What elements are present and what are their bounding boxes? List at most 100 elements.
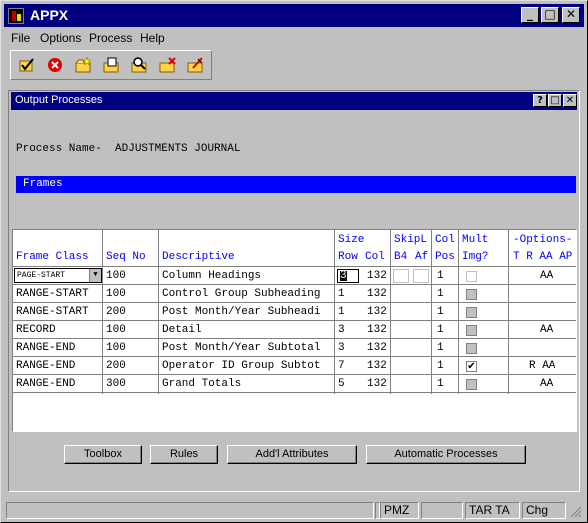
grid-row-line (13, 284, 576, 285)
col-size-cell[interactable]: 132 (367, 378, 387, 390)
col-size-cell[interactable]: 132 (367, 360, 387, 372)
help-button[interactable]: ? (533, 94, 547, 107)
row-size-cell[interactable]: 5 (338, 378, 345, 390)
frame-class-value: PAGE-START (17, 271, 66, 280)
col-size-cell[interactable]: 132 (367, 306, 387, 318)
options-cell[interactable]: AA (540, 378, 553, 390)
menu-options[interactable]: Options (40, 31, 81, 45)
automatic-processes-button[interactable]: Automatic Processes (366, 445, 526, 464)
col-size-cell[interactable]: 132 (367, 270, 387, 282)
toolbox-button[interactable]: Toolbox (64, 445, 142, 464)
header-skipl: SkipL (394, 234, 428, 246)
grid-row-line (13, 356, 576, 357)
process-name-label: Process Name- (16, 143, 102, 155)
toolbar (10, 50, 212, 80)
chevron-down-icon[interactable]: ▼ (89, 269, 101, 282)
col-pos-cell[interactable]: 1 (437, 324, 444, 336)
menu-help[interactable]: Help (140, 31, 165, 45)
descriptive-cell[interactable]: Detail (162, 324, 332, 336)
window-title: APPX (30, 7, 69, 23)
row-size-value: 3 (340, 270, 347, 282)
skip-before-input[interactable] (393, 269, 409, 283)
header-seq-no: Seq No (106, 251, 146, 263)
delete-folder-icon[interactable] (157, 56, 177, 74)
find-folder-icon[interactable] (129, 56, 149, 74)
row-size-cell[interactable]: 3 (338, 324, 345, 336)
mult-img-checkbox-checked[interactable]: ✔ (466, 361, 477, 372)
frame-class-cell[interactable]: RANGE-START (16, 288, 89, 300)
grid-divider (158, 230, 159, 394)
descriptive-cell[interactable]: Control Group Subheading (162, 288, 332, 300)
options-cell[interactable]: AA (540, 270, 553, 282)
row-size-cell[interactable]: 1 (338, 288, 345, 300)
seq-no-cell[interactable]: 100 (106, 342, 126, 354)
mult-img-checkbox[interactable] (466, 325, 477, 336)
col-pos-cell[interactable]: 1 (437, 288, 444, 300)
seq-no-cell[interactable]: 100 (106, 288, 126, 300)
frame-class-dropdown[interactable]: PAGE-START ▼ (14, 268, 102, 283)
col-pos-cell[interactable]: 1 (437, 360, 444, 372)
descriptive-cell[interactable]: Post Month/Year Subheadi (162, 306, 332, 318)
new-folder-icon[interactable] (73, 56, 93, 74)
mult-img-checkbox[interactable] (466, 379, 477, 390)
open-folder-icon[interactable] (101, 56, 121, 74)
menu-file[interactable]: File (11, 31, 30, 45)
grid-divider (334, 230, 335, 394)
header-mult: Mult (462, 234, 489, 246)
col-pos-cell[interactable]: 1 (437, 306, 444, 318)
row-size-cell[interactable]: 7 (338, 360, 345, 372)
frame-class-cell[interactable]: RANGE-END (16, 360, 75, 372)
minimize-button[interactable]: _ (521, 7, 539, 23)
seq-no-cell[interactable]: 100 (106, 324, 126, 336)
descriptive-cell[interactable]: Column Headings (162, 270, 261, 282)
descriptive-cell[interactable]: Grand Totals (162, 378, 332, 390)
frame-class-cell[interactable]: RANGE-END (16, 378, 75, 390)
dialog-maximize-button[interactable]: □ (548, 94, 562, 107)
descriptive-cell[interactable]: Operator ID Group Subtot (162, 360, 332, 372)
header-col-pos-top: Col (435, 234, 455, 246)
options-cell[interactable]: AA (540, 324, 553, 336)
row-size-cell[interactable]: 3 (338, 342, 345, 354)
mult-img-checkbox[interactable] (466, 289, 477, 300)
header-b4: B4 (394, 251, 408, 263)
addl-attributes-button[interactable]: Add'l Attributes (227, 445, 357, 464)
col-size-cell[interactable]: 132 (367, 288, 387, 300)
seq-no-cell[interactable]: 200 (106, 306, 126, 318)
row-size-input[interactable]: 3 (337, 269, 359, 283)
maximize-button[interactable]: □ (541, 7, 559, 23)
title-bar: APPX _ □ ✕ (4, 4, 584, 27)
close-button[interactable]: ✕ (562, 7, 580, 23)
mult-img-checkbox[interactable] (466, 343, 477, 354)
frame-class-cell[interactable]: RANGE-START (16, 306, 89, 318)
mult-img-checkbox[interactable] (466, 271, 477, 282)
mult-img-checkbox[interactable] (466, 307, 477, 318)
frame-class-cell[interactable]: RANGE-END (16, 342, 75, 354)
seq-no-cell[interactable]: 100 (106, 270, 126, 282)
grid-row-line (13, 374, 576, 375)
grid-divider (390, 230, 391, 394)
menu-process[interactable]: Process (89, 31, 132, 45)
status-mode: Chg (522, 502, 566, 519)
rules-button[interactable]: Rules (150, 445, 218, 464)
resize-grip-icon[interactable] (569, 505, 582, 518)
col-pos-cell[interactable]: 1 (437, 378, 444, 390)
col-size-cell[interactable]: 132 (367, 342, 387, 354)
frame-class-cell[interactable]: RECORD (16, 324, 56, 336)
col-pos-cell[interactable]: 1 (437, 270, 444, 282)
seq-no-cell[interactable]: 300 (106, 378, 126, 390)
dialog-close-button[interactable]: ✕ (563, 94, 577, 107)
options-cell[interactable]: R AA (529, 360, 555, 372)
col-pos-cell[interactable]: 1 (437, 342, 444, 354)
col-size-cell[interactable]: 132 (367, 324, 387, 336)
skip-after-input[interactable] (413, 269, 429, 283)
menu-bar: File Options Process Help (4, 29, 584, 47)
descriptive-cell[interactable]: Post Month/Year Subtotal (162, 342, 332, 354)
status-pmz: PMZ (380, 502, 419, 519)
ok-check-icon[interactable] (17, 56, 37, 74)
cancel-icon[interactable] (45, 56, 65, 74)
seq-no-cell[interactable]: 200 (106, 360, 126, 372)
grid-row-line (13, 392, 576, 393)
header-descriptive: Descriptive (162, 251, 235, 263)
row-size-cell[interactable]: 1 (338, 306, 345, 318)
edit-folder-icon[interactable] (185, 56, 205, 74)
